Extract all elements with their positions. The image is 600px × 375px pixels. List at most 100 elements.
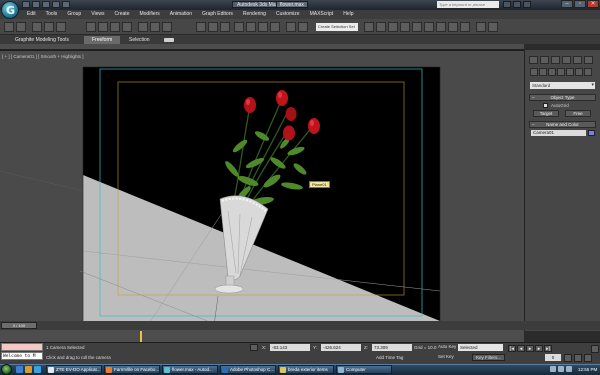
open-file-icon[interactable] <box>32 1 40 8</box>
menu-help[interactable]: Help <box>338 10 358 19</box>
undo-icon[interactable] <box>52 1 60 8</box>
select-object-icon[interactable] <box>86 22 96 32</box>
align-icon[interactable] <box>364 22 374 32</box>
menu-tools[interactable]: Tools <box>41 10 63 19</box>
create-tab-icon[interactable] <box>529 56 538 64</box>
task-computer[interactable]: Computer <box>336 365 392 374</box>
power-icon[interactable] <box>566 366 572 372</box>
current-frame-field[interactable]: 0 <box>545 354 561 361</box>
y-coord-field[interactable]: -426.624 <box>321 344 361 351</box>
shapes-icon[interactable] <box>539 68 547 76</box>
geometry-icon[interactable] <box>530 68 538 76</box>
menu-views[interactable]: Views <box>86 10 109 19</box>
menu-graph-editors[interactable]: Graph Editors <box>197 10 238 19</box>
spinner-snap-icon[interactable] <box>270 22 280 32</box>
modify-tab-icon[interactable] <box>540 56 549 64</box>
camera-viewport[interactable]: [ + ] [ Camera01 ] [ Smooth + Highlights… <box>0 50 524 330</box>
lights-icon[interactable] <box>548 68 556 76</box>
material-editor-icon[interactable] <box>424 22 434 32</box>
helpers-icon[interactable] <box>566 68 574 76</box>
start-button-icon[interactable] <box>1 364 12 375</box>
minimize-button[interactable]: – <box>561 0 573 8</box>
viewport-label[interactable]: [ + ] [ Camera01 ] [ Smooth + Highlights… <box>2 54 84 59</box>
key-mode-dropdown[interactable]: Selected <box>458 344 503 351</box>
task-3dsmax[interactable]: flower.max - Autod... <box>162 365 218 374</box>
edit-named-selection-icon[interactable] <box>286 22 296 32</box>
unlink-icon[interactable] <box>44 22 54 32</box>
graphite-toggle-icon[interactable] <box>388 22 398 32</box>
menu-maxscript[interactable]: MAXScript <box>305 10 339 19</box>
track-bar[interactable] <box>0 330 524 342</box>
render-production-icon[interactable] <box>460 22 470 32</box>
layer-manager-icon[interactable] <box>376 22 386 32</box>
z-coord-field[interactable]: 73.309 <box>372 344 412 351</box>
next-frame-icon[interactable]: ▸ <box>535 345 543 352</box>
utilities-tab-icon[interactable] <box>584 56 593 64</box>
play-icon[interactable]: ▸ <box>526 345 534 352</box>
volume-icon[interactable] <box>558 366 564 372</box>
manipulate-icon[interactable] <box>208 22 218 32</box>
help-icon[interactable] <box>523 1 531 8</box>
object-category-dropdown[interactable]: Standard <box>530 82 595 89</box>
task-zte-evdo[interactable]: ZTE EV-DO Applicat... <box>46 365 102 374</box>
tab-freeform[interactable]: Freeform <box>84 36 121 44</box>
previous-frame-icon[interactable]: ◂ <box>517 345 525 352</box>
schematic-view-icon[interactable] <box>412 22 422 32</box>
window-crossing-icon[interactable] <box>122 22 132 32</box>
selection-lock-icon[interactable] <box>250 344 258 351</box>
add-time-tag-button[interactable]: Add Time Tag <box>376 355 403 360</box>
menu-edit[interactable]: Edit <box>22 10 41 19</box>
render-teapot-icon[interactable] <box>476 22 486 32</box>
task-farmville[interactable]: FarmVille on Facebo... <box>104 365 160 374</box>
menu-rendering[interactable]: Rendering <box>238 10 271 19</box>
orbit-camera-icon[interactable] <box>584 354 592 362</box>
select-by-name-icon[interactable] <box>98 22 108 32</box>
named-selection-dropdown[interactable]: Create Selection Set <box>316 23 358 31</box>
rotate-icon[interactable] <box>150 22 160 32</box>
object-type-rollout[interactable]: Object Type <box>529 94 596 101</box>
move-icon[interactable] <box>138 22 148 32</box>
autogrid-checkbox[interactable] <box>543 103 548 108</box>
close-button[interactable]: ✕ <box>587 0 599 8</box>
pivot-icon[interactable] <box>196 22 206 32</box>
environment-icon[interactable] <box>488 22 498 32</box>
zoom-icon[interactable] <box>564 354 572 362</box>
object-color-swatch[interactable] <box>588 130 595 136</box>
display-tab-icon[interactable] <box>573 56 582 64</box>
subscription-icon[interactable] <box>513 1 521 8</box>
motion-tab-icon[interactable] <box>562 56 571 64</box>
menu-customize[interactable]: Customize <box>271 10 305 19</box>
systems-icon[interactable] <box>584 68 592 76</box>
tab-selection[interactable]: Selection <box>124 36 155 44</box>
free-camera-button[interactable]: Free <box>565 110 591 117</box>
object-name-field[interactable]: Camera01 <box>531 130 586 136</box>
time-slider-thumb[interactable]: 0 / 100 <box>1 322 37 329</box>
go-to-start-icon[interactable]: |◂ <box>508 345 516 352</box>
maximize-button[interactable]: ▫ <box>574 0 586 8</box>
scale-icon[interactable] <box>162 22 172 32</box>
space-warps-icon[interactable] <box>575 68 583 76</box>
maxscript-listener-input[interactable]: Welcome to M <box>1 352 43 360</box>
rendered-frame-icon[interactable] <box>448 22 458 32</box>
link-icon[interactable] <box>32 22 42 32</box>
bind-space-warp-icon[interactable] <box>56 22 66 32</box>
new-file-icon[interactable] <box>22 1 30 8</box>
task-photoshop[interactable]: Adobe Photoshop C... <box>220 365 276 374</box>
set-key-button[interactable]: Set Key <box>438 354 454 359</box>
target-camera-button[interactable]: Target <box>533 110 559 117</box>
redo-icon[interactable] <box>62 1 70 8</box>
task-breda-exterior[interactable]: breda exterior items <box>278 365 334 374</box>
undo-tool-icon[interactable] <box>4 22 14 32</box>
maximize-viewport-icon[interactable] <box>591 345 599 353</box>
render-setup-icon[interactable] <box>436 22 446 32</box>
snaps-toggle-icon[interactable] <box>234 22 244 32</box>
curve-editor-icon[interactable] <box>400 22 410 32</box>
menu-modifiers[interactable]: Modifiers <box>134 10 164 19</box>
cameras-icon[interactable] <box>557 68 565 76</box>
maxscript-listener-output[interactable] <box>1 343 43 351</box>
field-of-view-icon[interactable] <box>574 354 582 362</box>
show-desktop-icon[interactable] <box>16 366 23 373</box>
hierarchy-tab-icon[interactable] <box>551 56 560 64</box>
name-and-color-rollout[interactable]: Name and Color <box>529 121 596 128</box>
mirror-icon[interactable] <box>298 22 308 32</box>
